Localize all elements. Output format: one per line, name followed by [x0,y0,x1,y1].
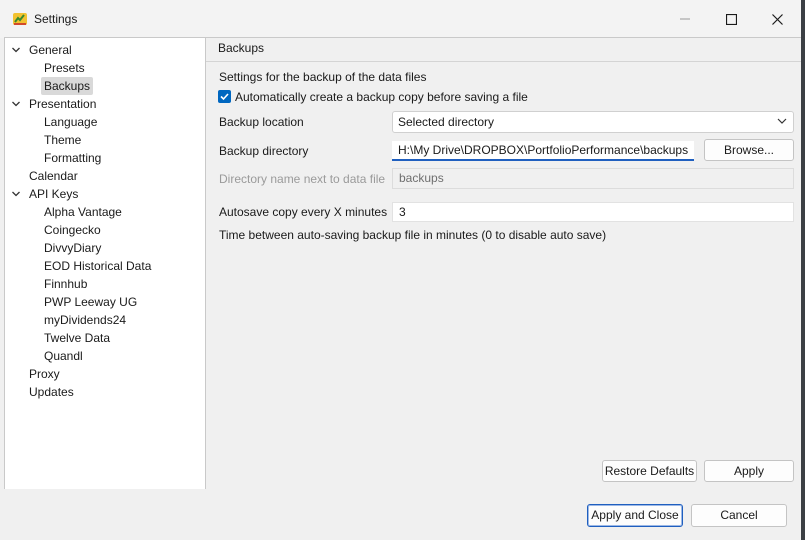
tree-item-divvydiary[interactable]: DivvyDiary [41,239,104,257]
backup-location-select[interactable]: Selected directory [392,111,794,133]
tree-item-api-keys[interactable]: API Keys [26,185,81,203]
dirname-label: Directory name next to data file [219,172,386,186]
tree-item-language[interactable]: Language [41,113,100,131]
title-bar: Settings [0,0,801,38]
tree-item-updates[interactable]: Updates [26,383,77,401]
checkmark-icon [220,93,229,101]
autosave-help: Time between auto-saving backup file in … [219,228,607,242]
autosave-label: Autosave copy every X minutes [219,205,388,219]
restore-defaults-button[interactable]: Restore Defaults [602,460,697,482]
expand-chevron-icon[interactable] [11,45,21,55]
backup-location-label: Backup location [219,115,304,129]
title-separator [206,61,801,62]
maximize-button[interactable] [708,0,754,38]
apply-and-close-button[interactable]: Apply and Close [587,504,683,527]
tree-item-quandl[interactable]: Quandl [41,347,86,365]
tree-item-coingecko[interactable]: Coingecko [41,221,104,239]
tree-item-eod-historical-data[interactable]: EOD Historical Data [41,257,154,275]
backup-directory-label: Backup directory [219,144,309,158]
settings-window: Settings General Presets Backups Presentati… [0,0,802,540]
preferences-tree: General Presets Backups Presentation Languag… [5,38,206,489]
preference-page: Backups Settings for the backup of the d… [206,38,801,489]
page-description: Settings for the backup of the data file… [219,70,427,84]
dirname-value: backups [399,171,444,185]
auto-backup-checkbox[interactable] [218,90,231,103]
app-icon [13,13,27,25]
dialog-footer: Apply and Close Cancel [0,489,801,540]
maximize-icon [725,13,737,25]
tree-item-general[interactable]: General [26,41,75,59]
tree-item-calendar[interactable]: Calendar [26,167,81,185]
window-title: Settings [34,12,78,26]
tree-item-finnhub[interactable]: Finnhub [41,275,90,293]
tree-item-presets[interactable]: Presets [41,59,88,77]
backup-location-value: Selected directory [398,115,495,129]
autosave-value: 3 [399,205,406,219]
backup-directory-value: H:\My Drive\DROPBOX\PortfolioPerformance… [398,143,689,157]
tree-item-presentation[interactable]: Presentation [26,95,99,113]
minimize-button[interactable] [662,0,708,38]
chevron-down-icon [777,118,787,124]
page-title: Backups [218,41,265,55]
backup-directory-input[interactable]: H:\My Drive\DROPBOX\PortfolioPerformance… [392,141,694,161]
dirname-field: backups [392,168,794,189]
tree-item-twelve-data[interactable]: Twelve Data [41,329,113,347]
close-button[interactable] [754,0,800,38]
apply-button[interactable]: Apply [704,460,794,482]
browse-button[interactable]: Browse... [704,139,794,161]
expand-chevron-icon[interactable] [11,99,21,109]
tree-item-alpha-vantage[interactable]: Alpha Vantage [41,203,125,221]
tree-item-formatting[interactable]: Formatting [41,149,104,167]
close-icon [771,13,783,25]
tree-item-mydividends24[interactable]: myDividends24 [41,311,129,329]
tree-item-backups[interactable]: Backups [41,77,94,95]
tree-item-pwp-leeway-ug[interactable]: PWP Leeway UG [41,293,140,311]
autosave-input[interactable]: 3 [392,202,794,222]
tree-item-proxy[interactable]: Proxy [26,365,63,383]
settings-body: General Presets Backups Presentation Languag… [4,37,802,490]
tree-item-theme[interactable]: Theme [41,131,84,149]
desktop-background-strip [801,0,805,540]
auto-backup-label[interactable]: Automatically create a backup copy befor… [235,90,528,104]
expand-chevron-icon[interactable] [11,189,21,199]
cancel-button[interactable]: Cancel [691,504,787,527]
minimize-icon [680,18,690,20]
